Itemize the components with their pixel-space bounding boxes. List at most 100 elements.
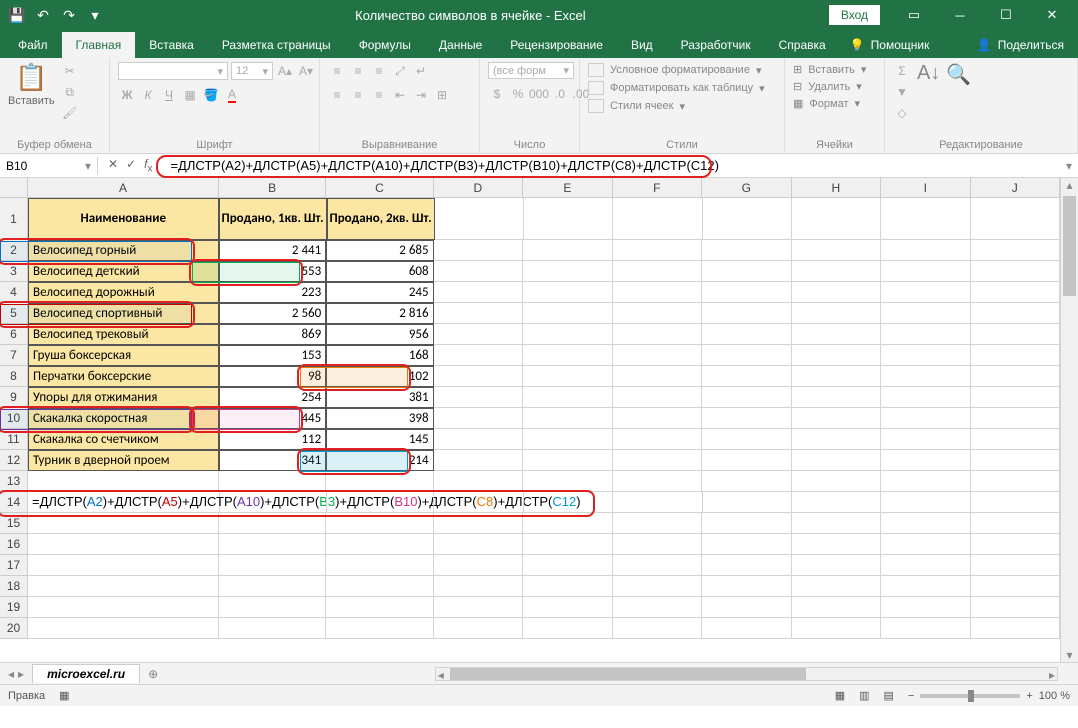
cell[interactable]: 254 (219, 387, 326, 408)
cell[interactable] (219, 471, 326, 492)
cell[interactable] (792, 492, 881, 513)
cell[interactable] (613, 408, 702, 429)
row-header[interactable]: 19 (0, 597, 28, 618)
col-header[interactable]: E (523, 178, 612, 198)
cell[interactable] (523, 555, 612, 576)
cell[interactable] (435, 198, 524, 240)
col-header[interactable]: B (219, 178, 326, 198)
cell[interactable]: Перчатки боксерские (28, 366, 219, 387)
row-header[interactable]: 8 (0, 366, 28, 387)
cell[interactable] (792, 366, 881, 387)
col-header[interactable]: C (326, 178, 433, 198)
align-middle-icon[interactable]: ≡ (349, 62, 367, 80)
cell[interactable]: Турник в дверной проем (28, 450, 219, 471)
cell[interactable]: Велосипед детский (28, 261, 219, 282)
cell[interactable] (523, 324, 612, 345)
cell[interactable] (613, 471, 702, 492)
row-header[interactable]: 20 (0, 618, 28, 639)
cell[interactable] (881, 345, 970, 366)
cell[interactable] (881, 534, 970, 555)
col-header[interactable]: F (613, 178, 702, 198)
cell[interactable] (613, 597, 702, 618)
row-header[interactable]: 13 (0, 471, 28, 492)
cell[interactable] (523, 387, 612, 408)
cell[interactable] (523, 261, 612, 282)
cell[interactable]: Велосипед горный (28, 240, 219, 261)
cell[interactable] (702, 345, 791, 366)
cell[interactable]: 223 (219, 282, 326, 303)
cell[interactable] (971, 450, 1060, 471)
format-cells-button[interactable]: ▦Формат ▾ (793, 96, 860, 111)
tab-view[interactable]: Вид (617, 32, 667, 58)
cell[interactable] (613, 261, 702, 282)
horizontal-scrollbar[interactable]: ◂ ▸ (435, 667, 1058, 681)
zoom-control[interactable]: − + 100 % (908, 690, 1070, 702)
cell[interactable] (792, 534, 881, 555)
row-header[interactable]: 1 (0, 198, 28, 240)
cell[interactable] (792, 555, 881, 576)
find-select-button[interactable]: 🔍 (946, 62, 971, 87)
align-left-icon[interactable]: ≡ (328, 86, 346, 104)
cell[interactable] (28, 555, 219, 576)
tab-help[interactable]: Справка (765, 32, 840, 58)
cell[interactable] (434, 576, 523, 597)
cell[interactable] (971, 198, 1060, 240)
cell[interactable] (792, 429, 881, 450)
cell[interactable] (219, 618, 326, 639)
cell[interactable]: 445 (219, 408, 326, 429)
cancel-formula-icon[interactable]: ✕ (108, 157, 118, 174)
qat-more-icon[interactable]: ▾ (84, 4, 106, 26)
cell[interactable]: Скакалка скоростная (28, 408, 219, 429)
cell[interactable]: 2 441 (219, 240, 326, 261)
cell[interactable] (434, 240, 523, 261)
cell[interactable] (881, 471, 970, 492)
tab-developer[interactable]: Разработчик (667, 32, 765, 58)
cell[interactable] (523, 471, 612, 492)
align-center-icon[interactable]: ≡ (349, 86, 367, 104)
cell[interactable] (792, 576, 881, 597)
format-painter-icon[interactable]: 🖌 (61, 104, 79, 122)
cell[interactable] (434, 618, 523, 639)
cell[interactable] (523, 408, 612, 429)
row-header[interactable]: 15 (0, 513, 28, 534)
save-icon[interactable]: 💾 (6, 4, 28, 26)
cell[interactable] (702, 324, 791, 345)
cell[interactable]: Велосипед трековый (28, 324, 219, 345)
font-color-icon[interactable]: A (223, 86, 241, 104)
cell[interactable] (792, 597, 881, 618)
cell[interactable] (881, 597, 970, 618)
cell[interactable]: 553 (219, 261, 326, 282)
tab-insert[interactable]: Вставка (135, 32, 208, 58)
cell[interactable] (613, 618, 702, 639)
cell[interactable] (613, 576, 702, 597)
cells-area[interactable]: НаименованиеПродано, 1кв. Шт.Продано, 2к… (28, 198, 1060, 662)
cell[interactable] (881, 618, 970, 639)
cell[interactable] (792, 387, 881, 408)
cell[interactable] (523, 513, 612, 534)
cell[interactable] (792, 618, 881, 639)
cell[interactable]: 2 685 (326, 240, 433, 261)
cell[interactable] (971, 366, 1060, 387)
col-header[interactable]: H (792, 178, 881, 198)
decrease-font-icon[interactable]: A▾ (297, 62, 315, 80)
view-break-icon[interactable]: ▤ (884, 689, 894, 702)
align-right-icon[interactable]: ≡ (370, 86, 388, 104)
share-button[interactable]: 👤Поделиться (967, 32, 1074, 58)
cell[interactable] (881, 198, 970, 240)
cell[interactable] (434, 429, 523, 450)
minimize-icon[interactable]: ─ (938, 0, 982, 30)
fx-icon[interactable]: fx (144, 157, 152, 174)
row-header[interactable]: 14 (0, 492, 28, 513)
cell[interactable] (219, 576, 326, 597)
cell[interactable] (971, 513, 1060, 534)
cell[interactable] (792, 198, 881, 240)
cell[interactable] (613, 303, 702, 324)
cell[interactable]: 2 816 (326, 303, 433, 324)
cell[interactable]: 214 (326, 450, 433, 471)
undo-icon[interactable]: ↶ (32, 4, 54, 26)
cell[interactable] (523, 345, 612, 366)
row-header[interactable]: 16 (0, 534, 28, 555)
format-as-table-button[interactable]: Форматировать как таблицу ▾ (588, 80, 765, 96)
cell[interactable] (220, 492, 327, 513)
cell[interactable] (792, 282, 881, 303)
